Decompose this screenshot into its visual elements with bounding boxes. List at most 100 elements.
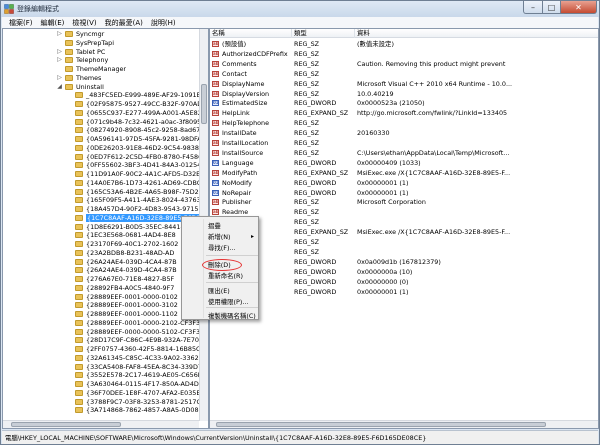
key-tree-pane[interactable]: ▷ Syncmgr SysPrepTapi ▷ Tablet PC ▷ Telephony T… bbox=[2, 28, 209, 429]
tree-horizontal-scrollbar[interactable] bbox=[3, 420, 199, 428]
tree-item[interactable]: {0655C937-E277-499A-A001-A5E82D bbox=[3, 109, 207, 117]
value-row[interactable]: ab Publisher REG_SZ Microsoft Corporation bbox=[210, 197, 598, 207]
values-horizontal-scrollbar[interactable] bbox=[210, 420, 598, 428]
tree-item[interactable]: {165F09F5-A411-4AE3-8024-437639E bbox=[3, 196, 208, 204]
value-row[interactable]: 01 NoModify REG_DWORD 0x00000001 (1) bbox=[210, 178, 598, 188]
context-menu-item[interactable]: 摺疊 bbox=[208, 221, 221, 231]
context-menu-item[interactable]: 重新命名(R) bbox=[208, 271, 243, 281]
value-row[interactable]: 01 Language REG_DWORD 0x00000409 (1033) bbox=[210, 158, 598, 168]
tree-item[interactable]: {2FF0757-4360-42F5-8814-16B85CF bbox=[3, 345, 204, 353]
tree-expander-icon[interactable]: ▷ bbox=[56, 48, 63, 56]
minimize-button[interactable]: – bbox=[523, 1, 543, 14]
tree-item[interactable]: {0DE26203-91E8-46D2-9C54-9838E3 bbox=[3, 144, 207, 152]
value-row[interactable]: ab InstallSource REG_SZ C:\Users\ethan\AppD… bbox=[210, 148, 598, 158]
value-row[interactable]: abREG_SZ bbox=[210, 217, 598, 227]
value-row[interactable]: 01llerREG_DWORD0x00000001 (1) bbox=[210, 287, 598, 297]
menu-edit[interactable]: 編輯(E) bbox=[37, 18, 69, 28]
maximize-button[interactable]: □ bbox=[543, 1, 561, 14]
column-header-type[interactable]: 類型 bbox=[292, 29, 355, 38]
tree-expander-icon[interactable]: ▷ bbox=[56, 56, 63, 64]
tree-item[interactable]: {0A596141-97D5-45FA-9281-98DFAF bbox=[3, 135, 205, 143]
tree-item[interactable]: {36F70DEE-1E8F-4707-AFA2-E035EE bbox=[3, 389, 204, 397]
context-menu-item[interactable]: 新增(N) bbox=[208, 232, 231, 242]
tree-item[interactable]: SysPrepTapi bbox=[3, 39, 199, 47]
close-button[interactable]: ✕ bbox=[561, 1, 597, 14]
tree-item[interactable]: ◢ Uninstall bbox=[3, 83, 199, 91]
tree-item[interactable]: {08274920-8908-45c2-9258-8ad67f bbox=[3, 126, 202, 134]
tree-item[interactable]: _483FC5ED-E999-489E-AF29-1091E5 bbox=[3, 91, 205, 99]
tree-item[interactable]: {1D8E6291-B0D5-35EC-8441- bbox=[3, 223, 199, 231]
value-row[interactable]: ab AuthorizedCDFPrefix REG_SZ bbox=[210, 49, 598, 59]
tree-item[interactable]: ▷ Syncmgr bbox=[3, 30, 199, 38]
value-row[interactable]: abREG_SZ bbox=[210, 247, 598, 257]
tree-expander-icon[interactable]: ◢ bbox=[56, 83, 63, 91]
value-row[interactable]: abfoREG_SZ bbox=[210, 237, 598, 247]
tree-expander-icon[interactable]: ▷ bbox=[56, 30, 63, 38]
value-row[interactable]: 01 NoRepair REG_DWORD 0x00000001 (1) bbox=[210, 188, 598, 198]
value-row[interactable]: ab Comments REG_SZ Caution. Removing this p… bbox=[210, 59, 598, 69]
tree-item[interactable]: ▷ Themes bbox=[3, 74, 199, 82]
value-row[interactable]: ab InstallLocation REG_SZ bbox=[210, 138, 598, 148]
tree-item[interactable]: {3A630464-0115-4F17-850A-AD4D5 bbox=[3, 380, 203, 388]
context-menu-item[interactable]: 複製機碼名稱(C) bbox=[208, 311, 256, 321]
menu-file[interactable]: 檔案(F) bbox=[5, 18, 37, 28]
tree-item[interactable]: ▷ Tablet PC bbox=[3, 48, 199, 56]
menu-favorites[interactable]: 我的最愛(A) bbox=[101, 18, 147, 28]
tree-item[interactable]: {28889EEF-0001-0000-3102 bbox=[3, 301, 199, 309]
tree-item[interactable]: ThemeManager bbox=[3, 65, 199, 73]
tree-horizontal-scroll-thumb[interactable] bbox=[11, 422, 121, 427]
context-menu-item[interactable]: 匯出(E) bbox=[208, 286, 230, 296]
column-header-data[interactable]: 資料 bbox=[355, 29, 598, 38]
tree-item[interactable]: {071c9b48-7c32-4621-a0ac-3f80952 bbox=[3, 118, 205, 126]
menu-help[interactable]: 說明(H) bbox=[147, 18, 180, 28]
tree-item[interactable]: {26A24AE4-039D-4CA4-87B bbox=[3, 258, 199, 266]
tree-item[interactable]: {0ED7F612-2C5D-4FB0-8780-F458C9 bbox=[3, 153, 207, 161]
values-horizontal-scroll-thumb[interactable] bbox=[216, 422, 546, 427]
tree-item[interactable]: {1C7C8AAF-A16D-32E8-89E5-F6D165 bbox=[3, 213, 208, 222]
tree-item[interactable]: {32A61345-C85C-4C33-9A02-33620C bbox=[3, 354, 207, 362]
value-row[interactable]: abREG_EXPAND_SZMsiExec.exe /X{1C7C8AAF-A… bbox=[210, 227, 598, 237]
tree-item[interactable]: {276A67E0-71E8-4827-B5F bbox=[3, 275, 199, 283]
tree-item[interactable]: ▷ Telephony bbox=[3, 56, 199, 64]
value-row[interactable]: ab ModifyPath REG_EXPAND_SZ MsiExec.exe /X{… bbox=[210, 168, 598, 178]
tree-vertical-scroll-thumb[interactable] bbox=[201, 84, 207, 124]
tree-item[interactable]: {11D91A0F-90C2-4A1C-AFD5-D32E9 bbox=[3, 170, 204, 178]
tree-item[interactable]: {28889EEF-0001-0000-2102-CF3F3A0 bbox=[3, 319, 208, 327]
value-row[interactable]: ab DisplayName REG_SZ Microsoft Visual C++ … bbox=[210, 79, 598, 89]
tree-item[interactable]: {3788F9C7-03F8-3253-8781-2517C9 bbox=[3, 398, 205, 406]
tree-item[interactable]: {28D17C9F-C86C-4E9B-932A-7E709C bbox=[3, 336, 207, 344]
value-row[interactable]: ab Contact REG_SZ bbox=[210, 69, 598, 79]
tree-item[interactable]: {02F95875-9527-49CC-B32F-970ADA bbox=[3, 100, 206, 108]
tree-item[interactable]: {28892FB4-A0C5-4840-9F7 bbox=[3, 284, 199, 292]
tree-item[interactable]: {1EC3E568-0681-4AD4-8E8 bbox=[3, 231, 199, 239]
value-row[interactable]: ab Readme REG_SZ bbox=[210, 207, 598, 217]
value-row[interactable]: 01REG_DWORD0x0a009d1b (167812379) bbox=[210, 257, 598, 267]
tree-item[interactable]: {3A714868-7862-4857-A8A5-0D0818 bbox=[3, 406, 207, 414]
tree-item[interactable]: {23A2BDB8-B231-48AD-AD bbox=[3, 249, 199, 257]
tree-item[interactable]: {33CA5408-FAF8-45EA-8C34-339D70 bbox=[3, 363, 206, 371]
tree-item[interactable]: {23170F69-40C1-2702-1602 bbox=[3, 240, 199, 248]
tree-item[interactable]: {0FF55602-3BF3-4D41-84A3-0125424 bbox=[3, 161, 208, 169]
value-row[interactable]: ab DisplayVersion REG_SZ 10.0.40219 bbox=[210, 89, 598, 99]
tree-item[interactable]: {28889EEF-0001-0000-0102 bbox=[3, 293, 199, 301]
tree-item[interactable]: {18A457D4-90F2-4D83-9543-971584 bbox=[3, 205, 207, 213]
tree-item[interactable]: {28889EEF-0001-0000-1102 bbox=[3, 310, 199, 318]
context-menu-item[interactable]: 使用權限(P)... bbox=[208, 297, 249, 307]
tree-item[interactable]: {3552E578-2C17-4619-AE05-C656FD bbox=[3, 371, 206, 379]
value-row[interactable]: ab InstallDate REG_SZ 20160330 bbox=[210, 128, 598, 138]
tree-item[interactable]: {165C53A6-4B2E-4A65-B98F-75D293 bbox=[3, 188, 207, 196]
value-row[interactable]: ab (預設值) REG_SZ (數值未設定) bbox=[210, 39, 598, 49]
tree-expander-icon[interactable]: ▷ bbox=[56, 74, 63, 82]
tree-item[interactable]: {28889EEF-0000-0000-5102-CF3F3A0 bbox=[3, 328, 208, 336]
values-pane[interactable]: 名稱 類型 資料 ab (預設值) REG_SZ (數值未設定) ab Authorize… bbox=[209, 28, 599, 429]
value-row[interactable]: ab HelpTelephone REG_SZ bbox=[210, 118, 598, 128]
title-bar[interactable]: 登錄編輯程式 – □ ✕ bbox=[1, 1, 599, 17]
menu-view[interactable]: 檢視(V) bbox=[68, 18, 100, 28]
value-row[interactable]: 01 EstimatedSize REG_DWORD 0x0000523a (2105… bbox=[210, 98, 598, 108]
context-menu-item[interactable]: 尋找(F)... bbox=[208, 243, 236, 253]
tree-item[interactable]: {14A0E7B6-1D73-4261-AD69-CDBC9 bbox=[3, 179, 205, 187]
column-header-name[interactable]: 名稱 bbox=[210, 29, 292, 38]
value-row[interactable]: ab HelpLink REG_EXPAND_SZ http://go.microso… bbox=[210, 108, 598, 118]
tree-item[interactable]: {26A24AE4-039D-4CA4-87B bbox=[3, 266, 199, 274]
value-row[interactable]: 01REG_DWORD0x00000000 (0) bbox=[210, 277, 598, 287]
